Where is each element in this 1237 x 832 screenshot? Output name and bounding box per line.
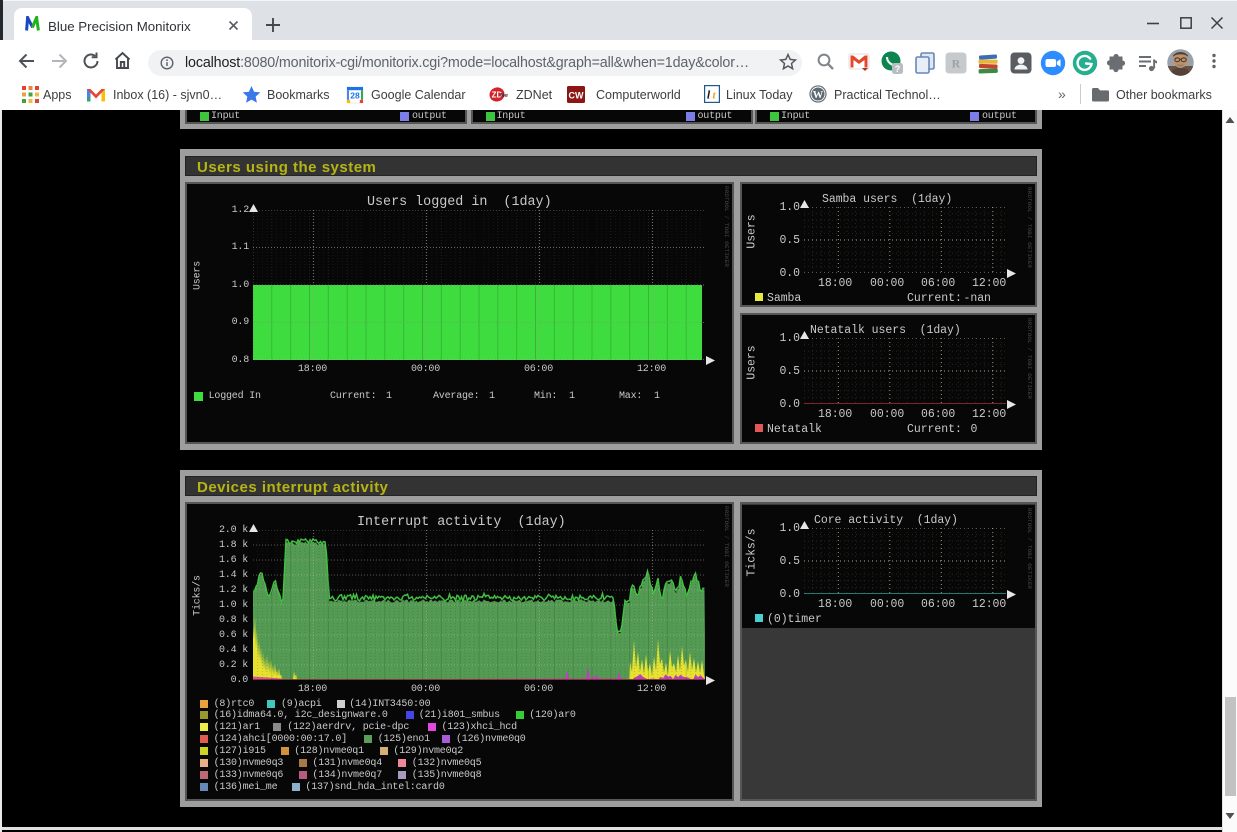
svg-text:?: ? [895, 64, 901, 74]
svg-text:Net: Net [500, 93, 508, 99]
svg-text:28: 28 [350, 91, 360, 101]
svg-text:W: W [813, 90, 824, 101]
svg-text:CW: CW [569, 90, 584, 100]
svg-text:R: R [952, 57, 961, 71]
